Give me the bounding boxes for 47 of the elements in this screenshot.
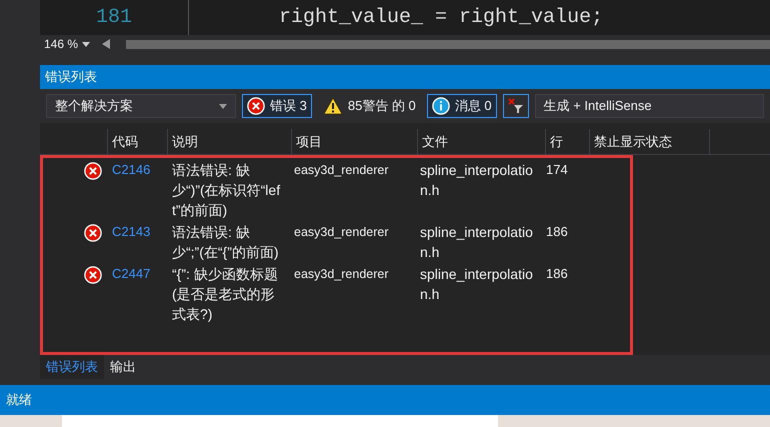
error-description: “{”: 缺少函数标题(是否是老式的形式表?) xyxy=(171,265,279,324)
project-cell-text: easy3d_renderer xyxy=(293,266,390,283)
line-cell-text: 186 xyxy=(546,223,569,241)
file-cell-text: spline_interpolation.h xyxy=(419,265,534,304)
project-cell-text: easy3d_renderer xyxy=(293,162,390,179)
error-icon xyxy=(247,97,265,115)
error-code[interactable]: C2146 xyxy=(108,160,168,220)
status-text: 就绪 xyxy=(6,391,32,410)
filter-toggle[interactable]: 85警告 的 0 xyxy=(318,94,421,118)
line-number: 181 xyxy=(96,4,132,30)
line-cell-text: 174 xyxy=(546,161,569,179)
column-header[interactable]: 禁止显示状态 xyxy=(590,129,710,154)
warning-icon xyxy=(322,97,343,115)
project-cell-text: easy3d_renderer xyxy=(293,224,390,241)
caret-icon xyxy=(82,42,90,46)
error-description: 语法错误: 缺少“;”(在“{”的前面) xyxy=(171,223,280,262)
column-header[interactable]: 项目 xyxy=(292,129,418,154)
file-cell-text: spline_interpolation.h xyxy=(419,161,534,200)
panel-tab[interactable]: 输出 xyxy=(104,355,142,379)
error-code[interactable]: C2447 xyxy=(108,264,168,324)
code-line: right_value_ = right_value; xyxy=(279,4,604,30)
error-row[interactable]: C2143 语法错误: 缺少“;”(在“{”的前面) easy3d_renderer spline_interpolation.h 186 xyxy=(40,221,770,263)
error-description: 语法错误: 缺少“)”(在标识符“left”的前面) xyxy=(171,161,282,220)
clear-filter-button[interactable] xyxy=(502,94,529,118)
panel-tab[interactable]: 错误列表 xyxy=(40,355,104,379)
filter-toggle[interactable]: 错误 3 xyxy=(242,94,312,118)
filter-toggle[interactable]: 消息 0 xyxy=(426,94,497,118)
source-dropdown[interactable]: 生成 + IntelliSense xyxy=(534,94,764,118)
column-header[interactable]: 说明 xyxy=(168,129,292,154)
error-code[interactable]: C2143 xyxy=(108,222,168,262)
horizontal-scrollbar[interactable] xyxy=(126,40,770,48)
column-header[interactable]: 文件 xyxy=(418,129,546,154)
scroll-left-icon[interactable] xyxy=(102,39,110,49)
info-icon xyxy=(432,97,450,115)
error-row[interactable]: C2447 “{”: 缺少函数标题(是否是老式的形式表?) easy3d_renderer spline_interpolation.h 186 xyxy=(40,263,770,325)
column-header[interactable]: 行 xyxy=(546,129,590,154)
panel-title: 错误列表 xyxy=(45,68,97,86)
line-cell-text: 186 xyxy=(546,265,569,283)
zoom-dropdown[interactable]: 146 % xyxy=(40,35,82,53)
caret-icon xyxy=(219,104,227,108)
scope-dropdown[interactable]: 整个解决方案 xyxy=(46,94,236,118)
error-icon xyxy=(84,224,102,242)
column-header[interactable]: 代码 xyxy=(108,129,168,154)
error-row[interactable]: C2146 语法错误: 缺少“)”(在标识符“left”的前面) easy3d_renderer spline_interpolation.h 174 xyxy=(40,159,770,221)
error-icon xyxy=(84,162,102,180)
filter-clear-icon xyxy=(508,98,524,114)
error-icon xyxy=(84,266,102,284)
